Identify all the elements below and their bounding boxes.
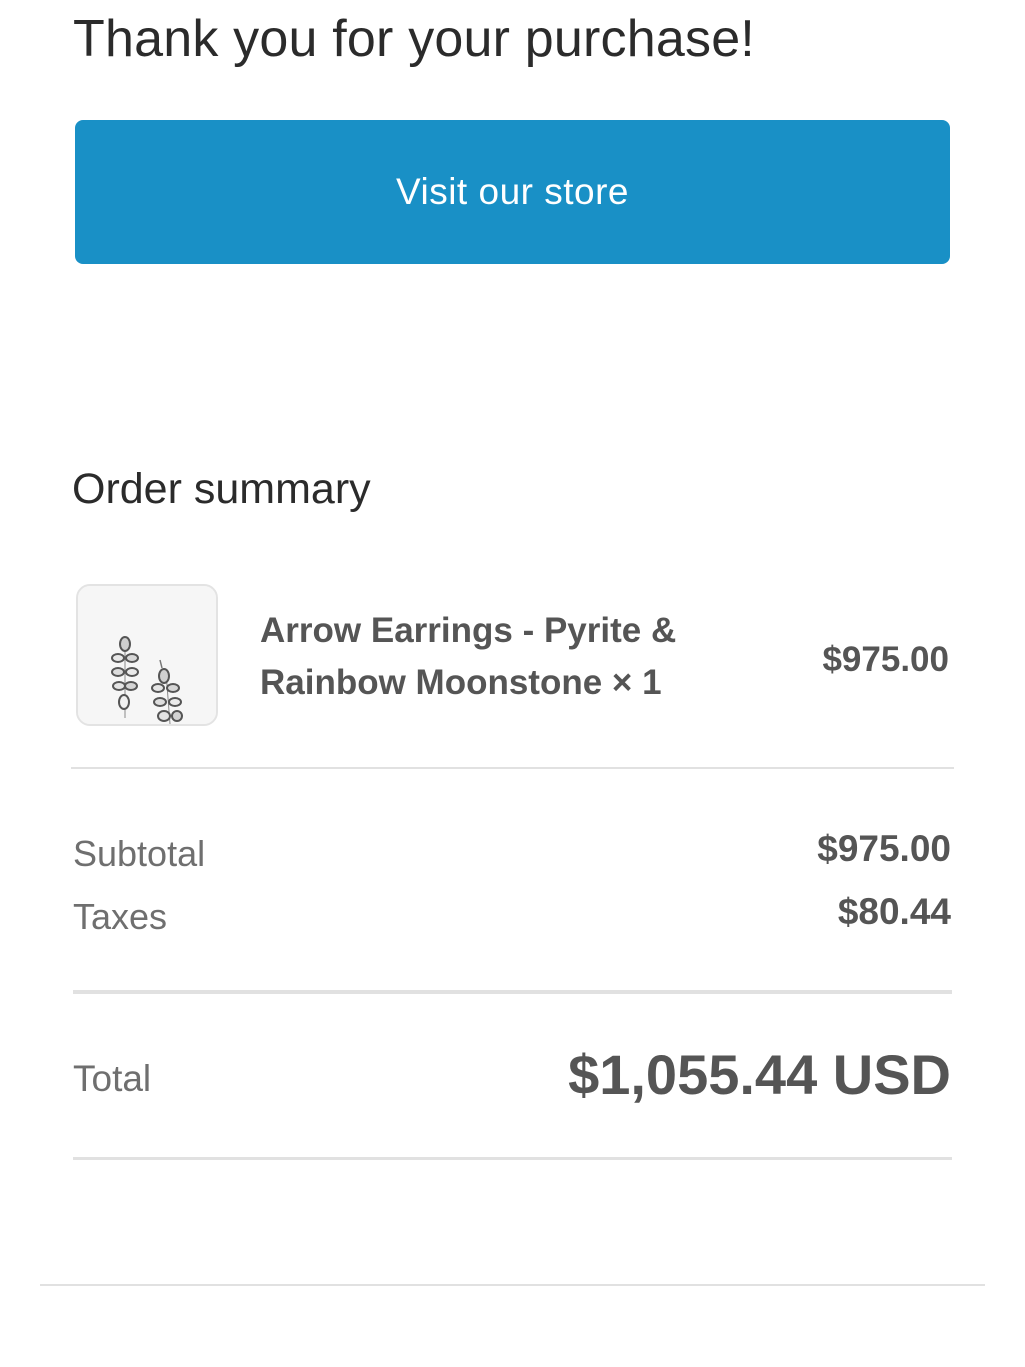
footer-divider [40,1284,985,1286]
subtotal-label: Subtotal [73,833,206,874]
visit-store-button[interactable]: Visit our store [75,120,950,264]
total-value: $1,055.44 USD [568,1043,951,1106]
product-price: $975.00 [822,640,949,679]
order-summary-title: Order summary [72,465,371,513]
total-label: Total [73,1058,152,1099]
divider [71,767,954,769]
divider [73,1157,952,1160]
subtotal-value: $975.00 [817,828,951,869]
taxes-value: $80.44 [837,891,951,932]
visit-store-label: Visit our store [395,171,630,212]
divider [73,990,952,994]
product-thumbnail [76,584,218,726]
page-title: Thank you for your purchase! [73,10,755,68]
product-name: Arrow Earrings - Pyrite & Rainbow Moonst… [260,611,677,702]
taxes-label: Taxes [73,896,168,937]
earrings-image [78,586,216,724]
